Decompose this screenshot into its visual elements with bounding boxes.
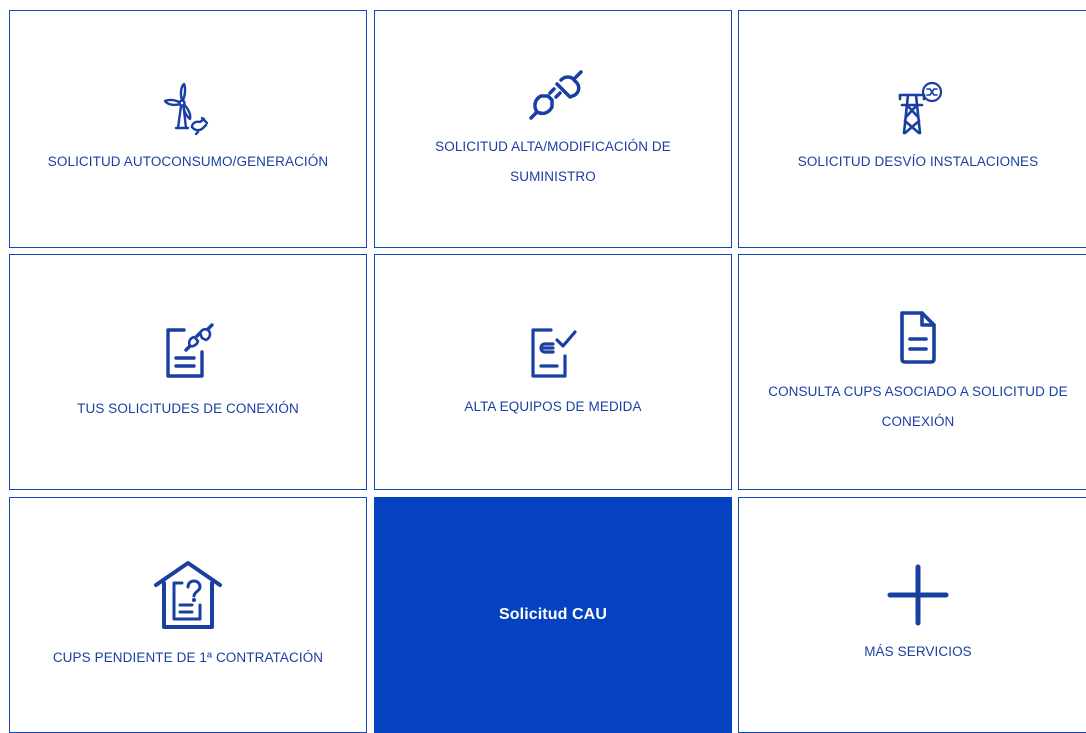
tile-mas-servicios[interactable]: MÁS SERVICIOS [738,497,1086,733]
plus-icon [887,564,949,626]
wind-turbine-plug-icon [163,82,209,136]
tile-cups-pendiente[interactable]: CUPS PENDIENTE DE 1ª CONTRATACIÓN [9,497,367,733]
tile-label: CONSULTA CUPS ASOCIADO A SOLICITUD DE CO… [768,384,1068,429]
tile-label: SOLICITUD AUTOCONSUMO/GENERACIÓN [47,154,329,169]
house-document-question-icon [154,561,222,629]
tile-tus-solicitudes[interactable]: TUS SOLICITUDES DE CONEXIÓN [9,254,367,490]
plug-connection-icon [529,70,583,120]
tile-label: SOLICITUD ALTA/MODIFICACIÓN DE SUMINISTR… [435,139,671,184]
tile-label: TUS SOLICITUDES DE CONEXIÓN [77,401,299,416]
document-icon [900,311,936,364]
tile-label: ALTA EQUIPOS DE MEDIDA [464,399,642,414]
tile-solicitud-cau[interactable]: Solicitud CAU [374,497,732,733]
services-grid: SOLICITUD AUTOCONSUMO/GENERACIÓN SOLICIT… [0,0,1086,733]
tile-alta-equipos-medida[interactable]: ALTA EQUIPOS DE MEDIDA [374,254,732,490]
document-plug-icon [166,323,214,378]
tile-label: SOLICITUD DESVÍO INSTALACIONES [797,154,1039,169]
tile-label: CUPS PENDIENTE DE 1ª CONTRATACIÓN [52,650,324,665]
tile-solicitud-autoconsumo[interactable]: SOLICITUD AUTOCONSUMO/GENERACIÓN [9,10,367,248]
power-tower-shuffle-icon [898,81,943,135]
tile-solicitud-desvio[interactable]: SOLICITUD DESVÍO INSTALACIONES [738,10,1086,248]
tile-label: MÁS SERVICIOS [864,644,972,659]
document-check-icon [531,328,577,378]
tile-consulta-cups[interactable]: CONSULTA CUPS ASOCIADO A SOLICITUD DE CO… [738,254,1086,490]
tile-solicitud-alta-suministro[interactable]: SOLICITUD ALTA/MODIFICACIÓN DE SUMINISTR… [374,10,732,248]
tile-label: Solicitud CAU [499,606,607,623]
